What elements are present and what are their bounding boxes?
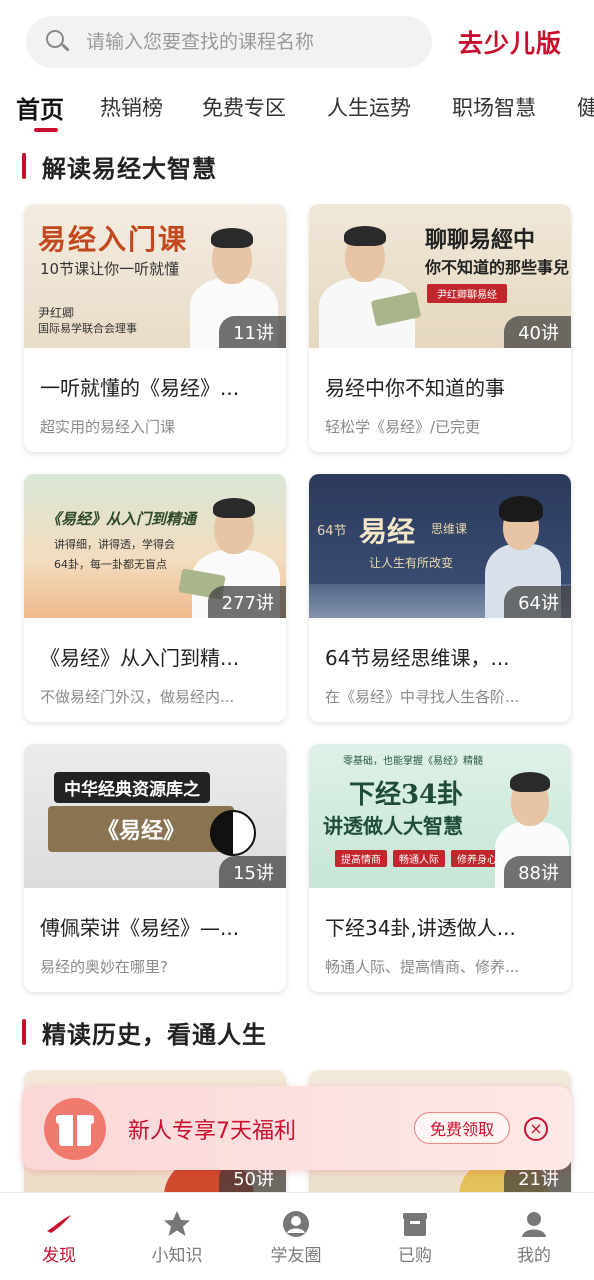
nav-community[interactable]: 学友圈 [237, 1193, 355, 1280]
lesson-count-badge: 40讲 [504, 316, 571, 348]
lesson-count-badge: 11讲 [219, 316, 286, 348]
thumbnail-tag: 畅通人际 [393, 850, 445, 867]
nav-label: 我的 [517, 1246, 551, 1266]
course-title: 傅佩荣讲《易经》—... [40, 916, 240, 940]
thumbnail-title: 易经 [359, 515, 416, 548]
lesson-count-badge: 88讲 [504, 856, 571, 888]
course-title: 一听就懂的《易经》... [40, 376, 240, 400]
course-thumbnail: 易经入门课 10节课让你一听就懂 尹红卿 国际易学联合会理事 11讲 [24, 204, 286, 348]
course-card[interactable]: 聊聊易經中 你不知道的那些事兒 尹红卿聊易经 40讲 易经中你不知道的事 轻松学… [309, 204, 571, 452]
tab-free[interactable]: 免费专区 [202, 92, 286, 122]
course-thumbnail: 聊聊易經中 你不知道的那些事兒 尹红卿聊易经 40讲 [309, 204, 571, 348]
thumbnail-text: 你不知道的那些事兒 [425, 258, 570, 277]
nav-label: 已购 [398, 1246, 432, 1266]
section-header: 精读历史，看通人生 [22, 1014, 267, 1050]
section-title: 解读易经大智慧 [42, 154, 217, 183]
discover-icon [47, 1215, 71, 1233]
promo-text: 新人专享7天福利 [128, 1119, 296, 1144]
yin-yang-icon [210, 810, 256, 856]
claim-free-button[interactable]: 免费领取 [414, 1112, 510, 1144]
lesson-count-badge: 277讲 [207, 586, 286, 618]
nav-profile[interactable]: 我的 [475, 1193, 593, 1280]
thumbnail-text: 10节课让你一听就懂 [40, 260, 180, 278]
thumbnail-text: 零基础，也能掌握《易经》精髓 [343, 756, 483, 767]
thumbnail-text: 尹红卿 [38, 306, 75, 320]
new-user-promo-banner[interactable]: 新人专享7天福利 免费领取 × [22, 1086, 572, 1170]
nav-label: 小知识 [151, 1246, 203, 1266]
tab-home[interactable]: 首页 [16, 90, 64, 125]
nav-purchased[interactable]: 已购 [356, 1193, 474, 1280]
course-subtitle: 轻松学《易经》/已完更 [325, 418, 481, 436]
nav-tips[interactable]: 小知识 [118, 1193, 236, 1280]
header: 去少儿版 [0, 0, 594, 80]
course-card[interactable]: 零基础，也能掌握《易经》精髓 下经34卦 讲透做人大智慧 提高情商 畅通人际 修… [309, 744, 571, 992]
course-thumbnail: 《易经》从入门到精通 讲得细，讲得透，学得会 64卦，每一卦都无盲点 277讲 [24, 474, 286, 618]
close-icon[interactable]: × [524, 1117, 548, 1141]
profile-icon [522, 1212, 546, 1237]
thumbnail-tag: 提高情商 [335, 850, 387, 867]
course-subtitle: 在《易经》中寻找人生各阶... [325, 688, 520, 706]
nav-label: 发现 [42, 1246, 76, 1266]
tab-bestsellers[interactable]: 热销榜 [100, 92, 163, 122]
thumbnail-text: 《易经》 [48, 806, 234, 852]
thumbnail-text: 让人生有所改变 [369, 556, 454, 570]
search-icon [46, 30, 70, 54]
bottom-navigation: 发现 小知识 学友圈 已购 我的 [0, 1192, 594, 1280]
thumbnail-title: 易经入门课 [38, 223, 189, 256]
purchased-icon [403, 1213, 427, 1236]
thumbnail-title: 中华经典资源库之 [54, 772, 210, 803]
course-title: 下经34卦,讲透做人... [325, 916, 516, 940]
thumbnail-text: 尹红卿聊易经 [427, 284, 507, 303]
thumbnail-title: 下经34卦 [349, 780, 464, 810]
thumbnail-text: 讲得细，讲得透，学得会 [54, 538, 175, 551]
active-tab-indicator [34, 128, 58, 132]
lesson-count-badge: 64讲 [504, 586, 571, 618]
section-accent-bar [22, 153, 26, 179]
search-bar[interactable] [26, 16, 432, 68]
thumbnail-title: 《易经》从入门到精通 [46, 510, 197, 528]
nav-label: 学友圈 [270, 1246, 322, 1266]
kids-version-link[interactable]: 去少儿版 [458, 24, 562, 60]
app-screen: 去少儿版 首页 热销榜 免费专区 人生运势 职场智慧 健 解读易经大智慧 易经入… [0, 0, 594, 1280]
star-icon [164, 1211, 190, 1236]
course-card[interactable]: 64节 易经 思维课 让人生有所改变 64讲 64节易经思维课，... 在《易经… [309, 474, 571, 722]
thumbnail-text: 国际易学联合会理事 [38, 322, 137, 335]
thumbnail-text: 讲透做人大智慧 [323, 814, 463, 838]
course-card[interactable]: 中华经典资源库之 《易经》 15讲 傅佩荣讲《易经》—... 易经的奥妙在哪里? [24, 744, 286, 992]
course-title: 易经中你不知道的事 [325, 376, 505, 400]
course-thumbnail: 中华经典资源库之 《易经》 15讲 [24, 744, 286, 888]
course-thumbnail: 64节 易经 思维课 让人生有所改变 64讲 [309, 474, 571, 618]
lesson-count-badge: 15讲 [219, 856, 286, 888]
course-card[interactable]: 《易经》从入门到精通 讲得细，讲得透，学得会 64卦，每一卦都无盲点 277讲 … [24, 474, 286, 722]
course-card[interactable]: 易经入门课 10节课让你一听就懂 尹红卿 国际易学联合会理事 11讲 一听就懂的… [24, 204, 286, 452]
thumbnail-text: 64卦，每一卦都无盲点 [54, 558, 167, 571]
course-subtitle: 畅通人际、提高情商、修养... [325, 958, 520, 976]
thumbnail-text: 64节 [317, 524, 347, 539]
gift-icon [44, 1098, 106, 1160]
section-accent-bar [22, 1019, 26, 1045]
course-subtitle: 易经的奥妙在哪里? [40, 958, 168, 976]
tab-workplace[interactable]: 职场智慧 [452, 92, 536, 122]
nav-discover[interactable]: 发现 [0, 1193, 118, 1280]
category-tabs: 首页 热销榜 免费专区 人生运势 职场智慧 健 [0, 86, 594, 132]
section-header: 解读易经大智慧 [22, 148, 217, 184]
course-subtitle: 超实用的易经入门课 [40, 418, 176, 436]
course-subtitle: 不做易经门外汉，做易经内... [40, 688, 235, 706]
community-icon [283, 1211, 309, 1237]
course-thumbnail: 零基础，也能掌握《易经》精髓 下经34卦 讲透做人大智慧 提高情商 畅通人际 修… [309, 744, 571, 888]
search-input[interactable] [86, 31, 406, 53]
course-title: 《易经》从入门到精... [40, 646, 240, 670]
section-title: 精读历史，看通人生 [42, 1020, 267, 1049]
thumbnail-title: 聊聊易經中 [425, 227, 536, 253]
tab-health[interactable]: 健 [577, 92, 594, 122]
tab-life-fortune[interactable]: 人生运势 [327, 92, 411, 122]
thumbnail-text: 思维课 [431, 522, 468, 536]
course-title: 64节易经思维课，... [325, 646, 510, 670]
presenter-photo [315, 214, 425, 348]
